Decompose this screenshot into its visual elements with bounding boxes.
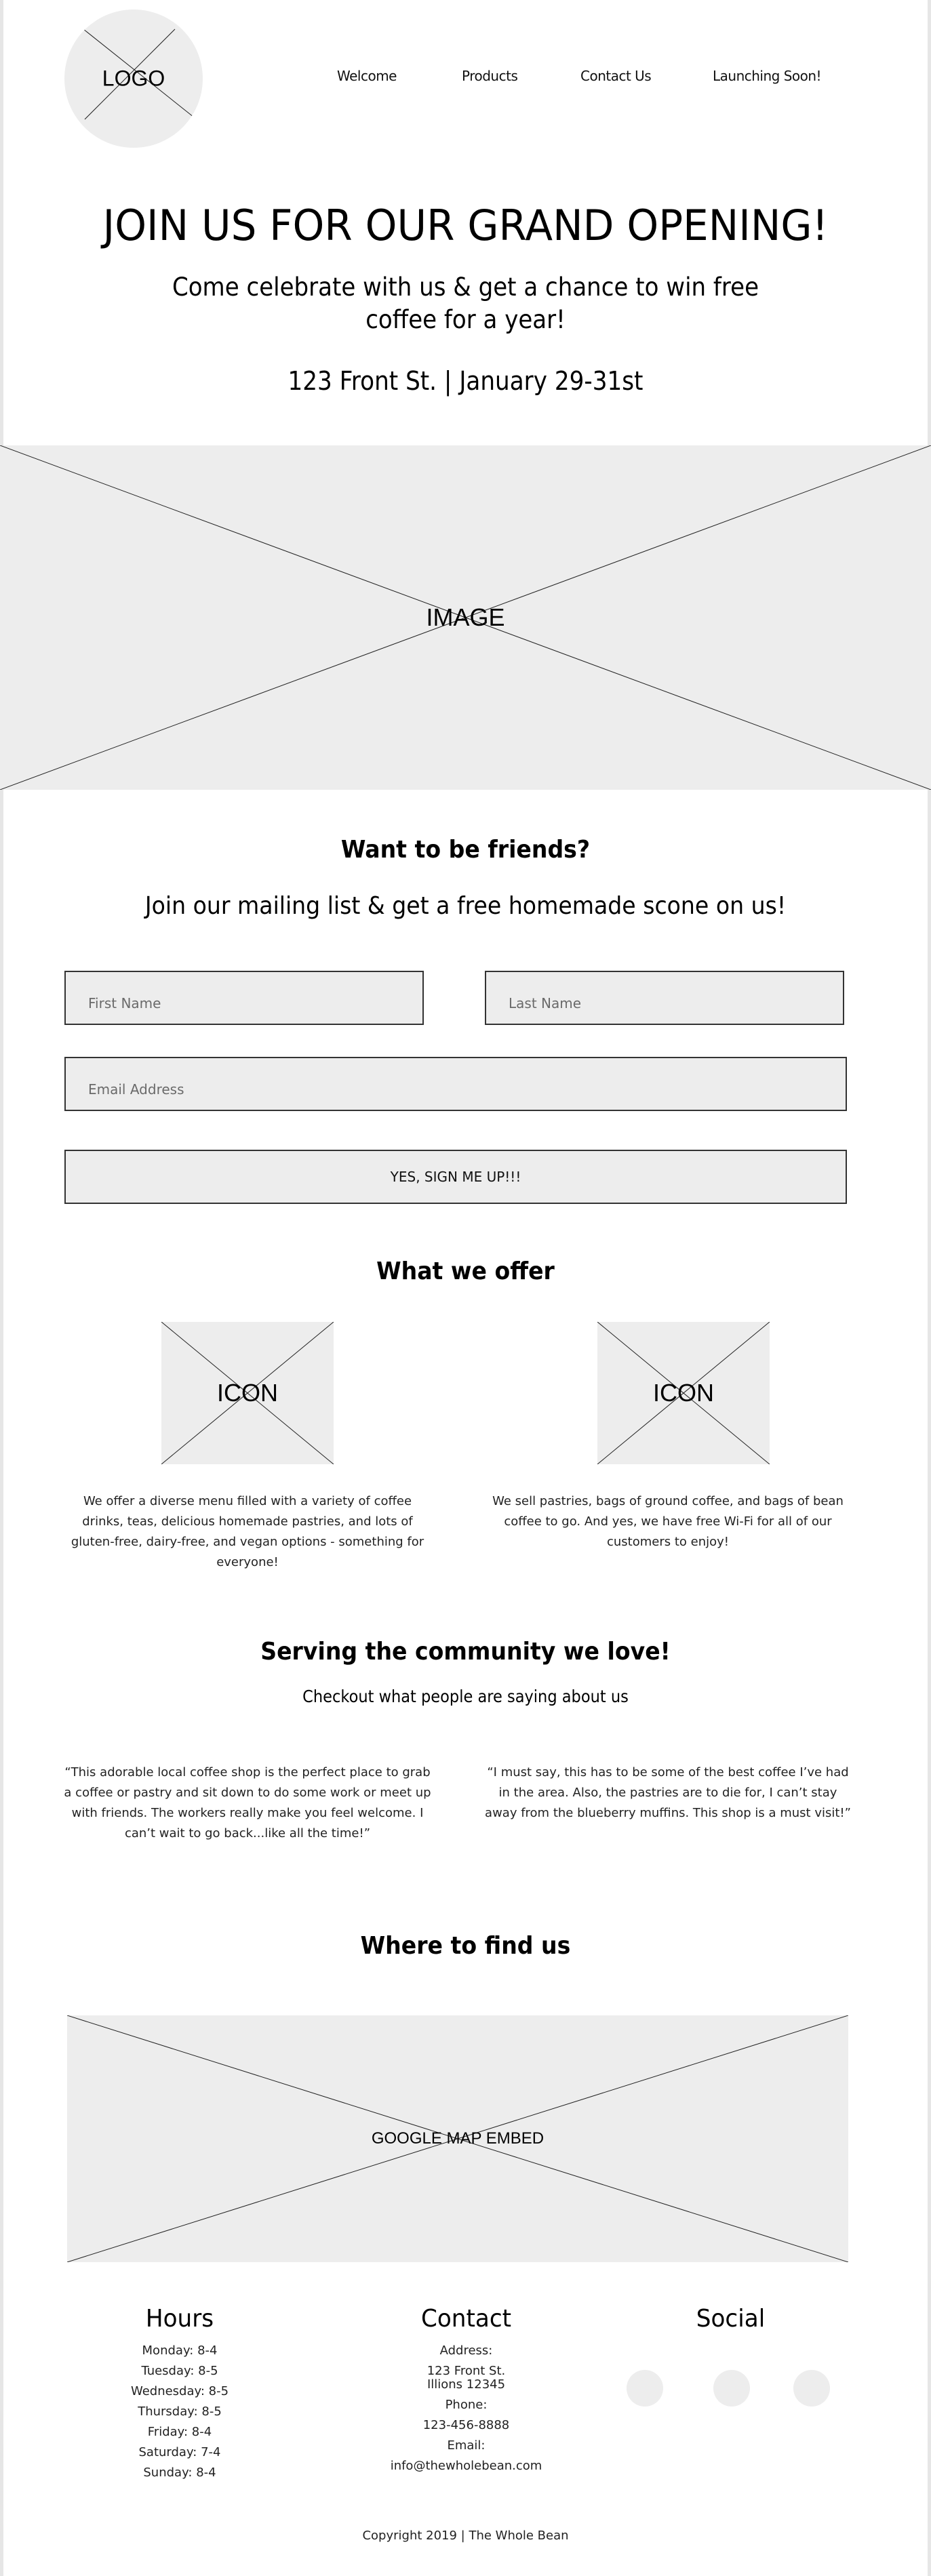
hours-tuesday: Tuesday: 8-5 xyxy=(141,2364,218,2378)
last-name-input[interactable] xyxy=(486,972,843,1024)
contact-address-label: Address: xyxy=(439,2343,493,2358)
contact-email[interactable]: info@thewholebean.com xyxy=(373,2456,559,2476)
hours-wednesday: Wednesday: 8-5 xyxy=(130,2384,229,2398)
contact-address-line2: Illions 12345 xyxy=(427,2377,506,2392)
offer-text-2: We sell pastries, bags of ground coffee,… xyxy=(492,1494,844,1549)
offer-icon-placeholder-1: ICON xyxy=(161,1322,334,1464)
hours-thursday: Thursday: 8-5 xyxy=(138,2404,222,2419)
hours-monday: Monday: 8-4 xyxy=(142,2343,218,2358)
email-input[interactable] xyxy=(66,1058,846,1110)
copyright: Copyright 2019 | The Whole Bean xyxy=(362,2529,569,2543)
signup-heading: Want to be friends? xyxy=(340,836,591,864)
signup-subheading: Join our mailing list & get a free homem… xyxy=(144,892,787,920)
testimonial-1: “This adorable local coffee shop is the … xyxy=(64,1765,431,1840)
nav-contact-us[interactable]: Contact Us xyxy=(580,68,652,84)
social-icon-3[interactable] xyxy=(793,2370,830,2407)
first-name-input[interactable] xyxy=(66,972,422,1024)
footer-contact: Contact Address: 123 Front St. Illions 1… xyxy=(373,2305,559,2476)
signup-submit-button[interactable]: YES, SIGN ME UP!!! xyxy=(64,1150,847,1204)
offer-icon-placeholder-2: ICON xyxy=(597,1322,770,1464)
offer-icon-label: ICON xyxy=(653,1379,714,1407)
main-nav: Welcome Products Contact Us Launching So… xyxy=(0,68,931,92)
offer-icon-label: ICON xyxy=(217,1379,278,1407)
email-field-wrapper xyxy=(64,1057,847,1111)
map-label: GOOGLE MAP EMBED xyxy=(371,2129,544,2148)
hours-sunday: Sunday: 8-4 xyxy=(143,2466,216,2480)
social-icon-1[interactable] xyxy=(627,2370,663,2407)
community-heading: Serving the community we love! xyxy=(260,1638,671,1666)
hours-saturday: Saturday: 7-4 xyxy=(138,2445,221,2459)
offer-heading: What we offer xyxy=(376,1257,555,1285)
community-subheading: Checkout what people are saying about us xyxy=(302,1687,629,1706)
page-frame-right xyxy=(928,0,931,2576)
hero-image-label: IMAGE xyxy=(426,603,505,631)
contact-heading: Contact xyxy=(420,2305,512,2333)
page-frame-left xyxy=(0,0,3,2576)
offer-text-1: We offer a diverse menu filled with a va… xyxy=(71,1494,424,1569)
hero-title: JOIN US FOR OUR GRAND OPENING! xyxy=(102,201,829,250)
map-embed-placeholder[interactable]: GOOGLE MAP EMBED xyxy=(67,2015,848,2262)
nav-launching-soon[interactable]: Launching Soon! xyxy=(713,68,822,84)
social-heading: Social xyxy=(696,2305,766,2333)
contact-email-label: Email: xyxy=(447,2438,486,2453)
hero-location-date: 123 Front St. | January 29-31st xyxy=(288,366,643,396)
footer-social: Social xyxy=(637,2305,824,2341)
hours-heading: Hours xyxy=(145,2305,214,2333)
testimonial-2: “I must say, this has to be some of the … xyxy=(485,1765,851,1820)
nav-products[interactable]: Products xyxy=(462,68,518,84)
footer-hours: Hours Monday: 8-4 Tuesday: 8-5 Wednesday… xyxy=(88,2305,271,2483)
social-icon-2[interactable] xyxy=(713,2370,750,2407)
hero-subtitle: Come celebrate with us & get a chance to… xyxy=(172,273,759,334)
contact-phone-label: Phone: xyxy=(445,2398,488,2412)
first-name-field-wrapper xyxy=(64,971,424,1025)
location-heading: Where to find us xyxy=(360,1932,571,1960)
nav-welcome[interactable]: Welcome xyxy=(337,68,397,84)
hours-friday: Friday: 8-4 xyxy=(147,2425,212,2439)
contact-phone[interactable]: 123-456-8888 xyxy=(373,2415,559,2436)
contact-address-line1: 123 Front St. xyxy=(427,2364,506,2378)
last-name-field-wrapper xyxy=(485,971,844,1025)
hero-image-placeholder: IMAGE xyxy=(0,445,931,790)
